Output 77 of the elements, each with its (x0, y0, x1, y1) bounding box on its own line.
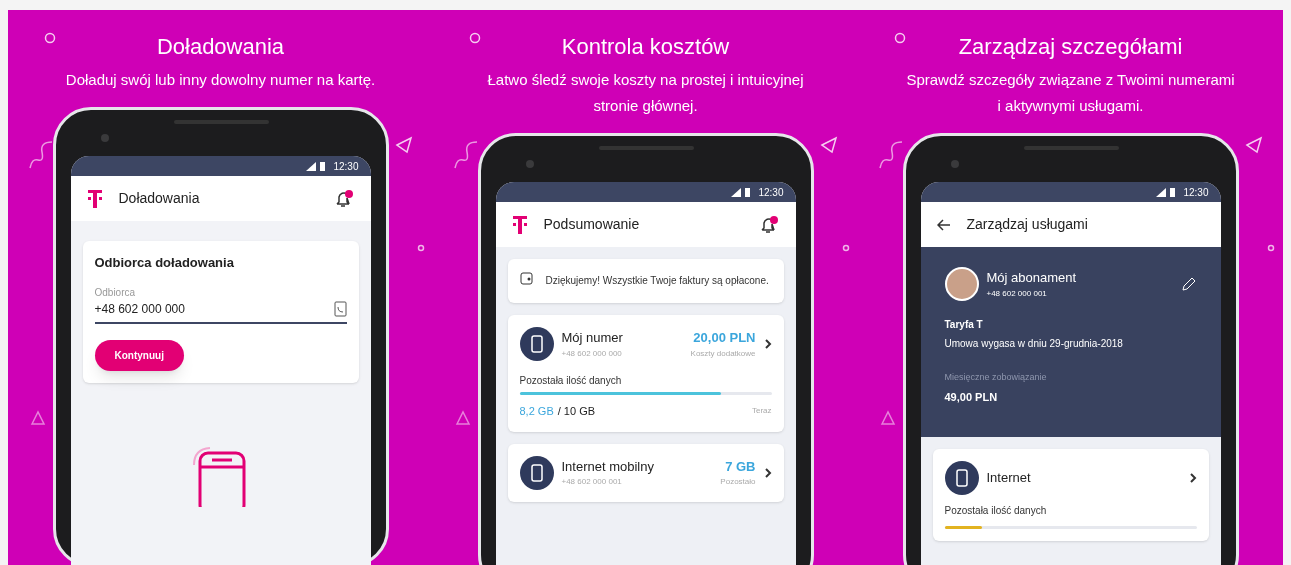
squiggle-decoration-icon (878, 140, 904, 170)
header-title: Zarządzaj usługami (966, 215, 1089, 234)
continue-button[interactable]: Kontynuuj (94, 339, 184, 371)
circle-decoration-icon (1267, 244, 1275, 252)
contact-book-icon[interactable] (332, 300, 347, 317)
service-number: +48 602 000 001 (561, 476, 623, 489)
camera-icon (100, 134, 109, 142)
triangle-decoration-icon (1245, 136, 1263, 154)
battery-icon (1170, 187, 1176, 197)
status-time: 12:30 (758, 185, 784, 200)
contract-info: Umowa wygasa w dniu 29-grudnia-2018 (944, 337, 1124, 351)
card-title: Odbiorca doładowania (94, 254, 235, 272)
notice-text: Dziękujemy! Wszystkie Twoje faktury są opłacone. (545, 274, 769, 288)
status-time: 12:30 (333, 159, 359, 174)
signal-icon (1156, 187, 1167, 197)
t-logo-icon (511, 214, 528, 235)
back-arrow-icon[interactable] (936, 218, 951, 231)
battery-icon (745, 187, 751, 197)
plan-name: Mój abonament (986, 269, 1078, 288)
service-name: Internet (986, 469, 1032, 488)
phone-icon (519, 327, 554, 361)
panel-title: Kontrola kosztów (561, 33, 730, 61)
camera-icon (525, 160, 534, 168)
camera-icon (950, 160, 959, 168)
phone-icon (944, 461, 979, 495)
fee-label: Miesięczne zobowiązanie (944, 371, 1048, 384)
circle-decoration-icon (842, 244, 850, 252)
amount-label: Koszty dodatkowe (690, 347, 756, 360)
amount: 7 GB (725, 457, 756, 476)
triangle-decoration-icon (395, 136, 413, 154)
circle-decoration-icon (894, 32, 906, 44)
data-label: Pozostała ilość danych (519, 374, 623, 388)
wallet-icon (519, 271, 534, 285)
service-card[interactable]: Mój numer +48 602 000 000 20,00 PLN Koszty dodatkowe Pozostała ilość danych 8,2 GB / 10 GB Teraz (507, 315, 784, 432)
panel-subtitle: Łatwo śledź swoje koszty na prostej i intuicyjnej stronie głównej. (486, 70, 805, 116)
circle-decoration-icon (417, 244, 425, 252)
signal-icon (306, 161, 317, 171)
service-card[interactable]: Internet mobilny +48 602 000 001 7 GB Pozostało (507, 443, 784, 502)
squiggle-decoration-icon (28, 140, 54, 170)
signal-icon (731, 187, 742, 197)
data-used: 8,2 GB (519, 404, 554, 419)
t-logo-icon (86, 188, 103, 209)
phone-number-field[interactable]: +48 602 000 000 (94, 299, 347, 324)
service-card[interactable]: Internet Pozostała ilość danych (932, 449, 1209, 541)
triangle-decoration-icon (30, 410, 46, 426)
data-label: Pozostała ilość danych (944, 504, 1048, 518)
service-name: Mój numer (561, 329, 624, 348)
header-title: Podsumowanie (543, 215, 641, 234)
amount: 20,00 PLN (693, 329, 756, 348)
service-name: Internet mobilny (561, 457, 655, 476)
status-time: 12:30 (1183, 185, 1209, 200)
header-title: Doładowania (118, 189, 201, 208)
panel-title: Doładowania (156, 33, 285, 61)
battery-icon (320, 161, 326, 171)
chevron-right-icon[interactable] (763, 338, 772, 350)
service-number: +48 602 000 000 (561, 347, 623, 360)
chevron-right-icon[interactable] (1188, 472, 1197, 484)
pencil-icon[interactable] (1180, 276, 1197, 292)
panel-subtitle: Doładuj swój lub inny dowolny numer na kartę. (64, 70, 377, 90)
chevron-right-icon[interactable] (763, 466, 772, 479)
phone-icon (519, 455, 554, 490)
amount-label: Pozostało (720, 476, 756, 489)
circle-decoration-icon (469, 32, 481, 44)
avatar (944, 267, 979, 301)
panel-subtitle: Sprawdź szczegóły związane z Twoimi numerami i aktywnymi usługami. (905, 70, 1236, 116)
data-total: / 10 GB (557, 404, 596, 419)
fee-amount: 49,00 PLN (944, 389, 999, 405)
tariff-name: Taryfa T (944, 318, 984, 332)
plan-number: +48 602 000 001 (986, 287, 1048, 300)
squiggle-decoration-icon (453, 140, 479, 170)
panel-title: Zarządzaj szczegółami (958, 33, 1183, 61)
field-label: Odbiorca (94, 285, 137, 300)
triangle-decoration-icon (820, 136, 838, 154)
triangle-decoration-icon (880, 410, 896, 426)
circle-decoration-icon (44, 32, 56, 44)
update-time: Teraz (751, 405, 772, 418)
triangle-decoration-icon (455, 410, 471, 426)
